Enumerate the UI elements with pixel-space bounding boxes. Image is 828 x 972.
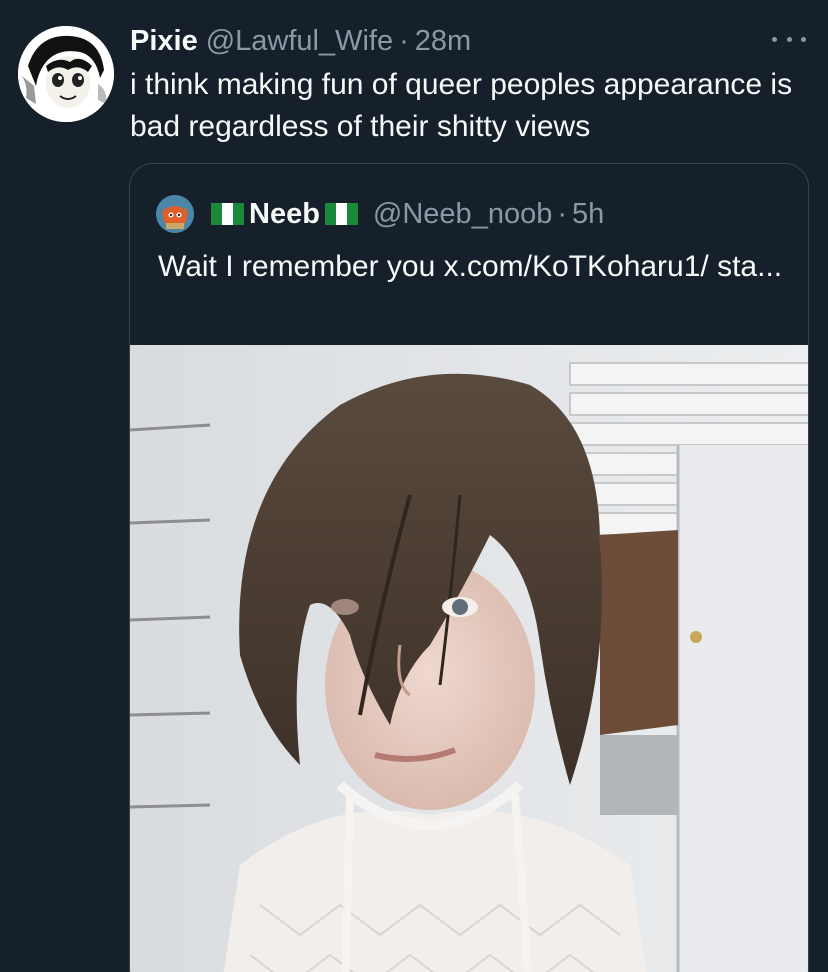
quoted-author-avatar[interactable] bbox=[156, 195, 194, 233]
separator-dot: · bbox=[399, 25, 409, 57]
more-options-icon bbox=[772, 36, 777, 42]
quoted-author-display-name[interactable]: Neeb bbox=[249, 198, 320, 231]
more-options-icon-dot bbox=[801, 36, 806, 42]
tweet-timestamp[interactable]: 28m bbox=[415, 25, 471, 57]
manga-character-avatar-icon bbox=[18, 26, 114, 122]
tweet[interactable]: Pixie @Lawful_Wife · 28m i think making fun… bbox=[0, 0, 828, 972]
separator-dot: · bbox=[557, 197, 568, 230]
quoted-tweet-text: Wait I remember you x.com/KoTKoharu1/ st… bbox=[158, 250, 783, 283]
author-display-name[interactable]: Pixie bbox=[130, 25, 198, 57]
quoted-tweet-card[interactable]: Neeb @Neeb_noob · 5h Wait I remember you… bbox=[129, 163, 809, 972]
quoted-tweet-media[interactable] bbox=[130, 345, 808, 972]
nigeria-flag-icon bbox=[324, 203, 358, 225]
more-options-icon-dot bbox=[786, 36, 792, 42]
quoted-author-handle[interactable]: @Neeb_noob bbox=[373, 198, 552, 231]
tweet-header: Pixie @Lawful_Wife · 28m bbox=[130, 24, 471, 58]
selfie-photo bbox=[130, 345, 808, 972]
tweet-text: i think making fun of queer peoples appe… bbox=[130, 68, 793, 143]
author-avatar[interactable] bbox=[18, 26, 114, 122]
quoted-tweet-timestamp[interactable]: 5h bbox=[572, 198, 604, 231]
author-handle[interactable]: @Lawful_Wife bbox=[206, 25, 393, 57]
more-options-button[interactable] bbox=[772, 24, 806, 54]
cartoon-creature-avatar-icon bbox=[156, 195, 194, 233]
nigeria-flag-icon bbox=[211, 203, 244, 225]
quoted-tweet-header: Neeb @Neeb_noob · 5h bbox=[156, 194, 604, 234]
